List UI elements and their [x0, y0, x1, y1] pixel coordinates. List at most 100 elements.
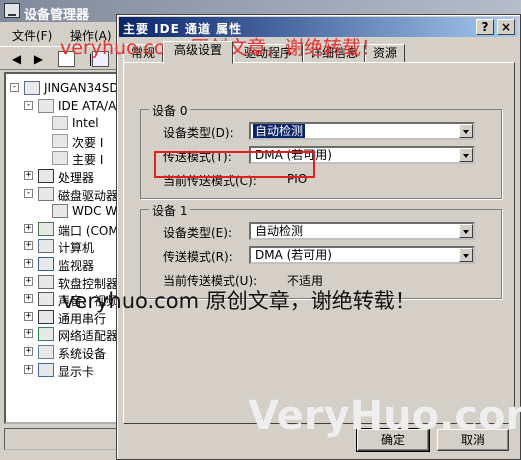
ide-controller-icon	[38, 98, 54, 113]
chevron-down-icon[interactable]	[459, 124, 473, 138]
collapse-icon[interactable]: -	[24, 188, 33, 198]
tree-item-label: 处理器	[58, 171, 95, 185]
display-adapter-icon	[38, 362, 54, 377]
device-1-title: 设备 1	[149, 202, 191, 219]
expand-icon[interactable]: +	[24, 259, 33, 268]
back-arrow-icon[interactable]: ◀	[8, 51, 25, 67]
processor-icon	[38, 169, 54, 183]
forward-arrow-icon[interactable]: ▶	[30, 51, 47, 67]
tab-general[interactable]: 常规	[123, 44, 163, 63]
tree-item[interactable]: + 软盘控制器	[6, 274, 120, 292]
collapse-icon[interactable]: -	[24, 100, 33, 110]
properties-icon[interactable]	[92, 51, 109, 67]
status-bar	[4, 428, 120, 450]
network-adapter-icon	[38, 327, 54, 342]
expand-icon[interactable]: +	[24, 294, 33, 304]
expand-icon[interactable]: +	[24, 223, 33, 233]
menu-file[interactable]: 文件(F)	[12, 27, 52, 44]
expand-icon[interactable]: +	[24, 364, 33, 374]
cancel-button[interactable]: 取消	[437, 429, 509, 451]
tree-item[interactable]: + 网络适配器	[6, 326, 120, 344]
tree-item[interactable]: + 处理器	[6, 168, 120, 186]
tab-details[interactable]: 详细信息	[303, 44, 365, 63]
view-icon[interactable]	[58, 51, 75, 67]
tree-item[interactable]: WDC WD	[6, 203, 120, 221]
device-1-current-value: 不适用	[287, 274, 324, 288]
expand-icon[interactable]: +	[24, 241, 33, 251]
tree-item-label: 网络适配器	[58, 329, 119, 344]
tree-item[interactable]: Intel	[6, 115, 120, 133]
port-icon	[38, 221, 54, 236]
tab-driver[interactable]: 驱动程序	[233, 44, 303, 63]
computer-icon	[24, 81, 40, 95]
help-icon: ?	[481, 20, 489, 34]
tree-item-label: 监视器	[58, 259, 95, 273]
tree-item-label: 通用串行	[58, 311, 107, 326]
expand-icon[interactable]: +	[24, 347, 33, 356]
device-1-mode-label: 传送模式(R):	[163, 250, 233, 264]
usb-icon	[38, 309, 54, 324]
expand-icon[interactable]: +	[24, 171, 33, 180]
disk-drive-icon	[38, 186, 54, 201]
tree-item-label: 主要 I	[72, 153, 104, 168]
tree-item-label: IDE ATA/A	[58, 98, 117, 113]
tree-item-label: Intel	[72, 116, 99, 131]
tree-item[interactable]: + 通用串行	[6, 309, 120, 327]
tab-advanced[interactable]: 高级设置	[163, 41, 233, 64]
expand-icon[interactable]: +	[24, 311, 33, 321]
tree-item[interactable]: + 监视器	[6, 256, 120, 274]
tree-item[interactable]: 次要 I	[6, 133, 120, 151]
device-1-type-value: 自动检测	[255, 224, 304, 238]
controller-chip-icon	[52, 116, 68, 131]
device-0-type-value: 自动检测	[253, 124, 306, 138]
tree-item-label: 次要 I	[72, 135, 104, 150]
expand-icon[interactable]: +	[24, 276, 33, 286]
tree-item-label: JINGAN34SD	[44, 81, 119, 95]
tree-item[interactable]: 主要 I	[6, 150, 120, 168]
device-manager-title: 设备管理器	[24, 8, 90, 23]
tree-item-label: 端口 (COM	[58, 223, 119, 238]
menu-action[interactable]: 操作(A)	[70, 27, 112, 44]
device-1-current-label: 当前传送模式(U):	[163, 274, 258, 288]
chevron-down-icon[interactable]	[459, 148, 473, 162]
system-device-icon	[38, 345, 54, 359]
chevron-down-icon[interactable]	[459, 248, 473, 262]
collapse-icon[interactable]: -	[10, 83, 19, 92]
ok-button[interactable]: 确定	[356, 428, 430, 452]
monitor-icon	[38, 257, 54, 271]
computer-icon	[38, 239, 54, 254]
help-button[interactable]: ?	[476, 19, 494, 35]
device-1-type-select[interactable]: 自动检测	[249, 222, 475, 240]
device-1-group: 设备 1 设备类型(E): 自动检测 传送模式(R): DMA (若可用) 当前…	[140, 202, 502, 299]
tree-item-label: 磁盘驱动器	[58, 188, 119, 203]
tree-item-label: 声音、视频	[58, 294, 119, 309]
tree-item[interactable]: + 系统设备	[6, 344, 120, 362]
tree-item[interactable]: - IDE ATA/A	[6, 98, 120, 116]
tree-item[interactable]: + 端口 (COM	[6, 221, 120, 239]
controller-chip-icon	[52, 133, 68, 148]
tab-resources[interactable]: 资源	[365, 44, 405, 63]
disk-drive-icon	[52, 204, 68, 219]
close-icon: ×	[500, 20, 512, 34]
tree-item[interactable]: + 显示卡	[6, 362, 120, 380]
device-0-title: 设备 0	[149, 102, 191, 119]
close-button[interactable]: ×	[497, 19, 515, 35]
device-tree[interactable]: - JINGAN34SD - IDE ATA/A Intel 次要 I 主要 I + 处理器 - 磁…	[4, 72, 122, 424]
tree-item-label: 计算机	[58, 241, 95, 256]
tree-item[interactable]: - JINGAN34SD	[6, 80, 120, 98]
floppy-controller-icon	[38, 274, 54, 289]
tree-item[interactable]: - 磁盘驱动器	[6, 186, 120, 204]
expand-icon[interactable]: +	[24, 329, 33, 339]
device-1-mode-select[interactable]: DMA (若可用)	[249, 246, 475, 264]
tree-item[interactable]: + 声音、视频	[6, 291, 120, 309]
device-1-type-label: 设备类型(E):	[163, 226, 232, 240]
tree-item-label: 显示卡	[58, 364, 95, 379]
tree-item-label: 软盘控制器	[58, 276, 119, 291]
tree-item[interactable]: + 计算机	[6, 238, 120, 256]
dialog-title: 主要 IDE 通道 属性	[123, 22, 243, 36]
current-mode-highlight-box	[154, 151, 315, 178]
device-0-type-select[interactable]: 自动检测	[249, 122, 475, 140]
tab-strip: 常规 高级设置 驱动程序 详细信息 资源	[123, 41, 515, 64]
chevron-down-icon[interactable]	[459, 224, 473, 238]
dialog-titlebar[interactable]: 主要 IDE 通道 属性 ? ×	[119, 17, 518, 37]
